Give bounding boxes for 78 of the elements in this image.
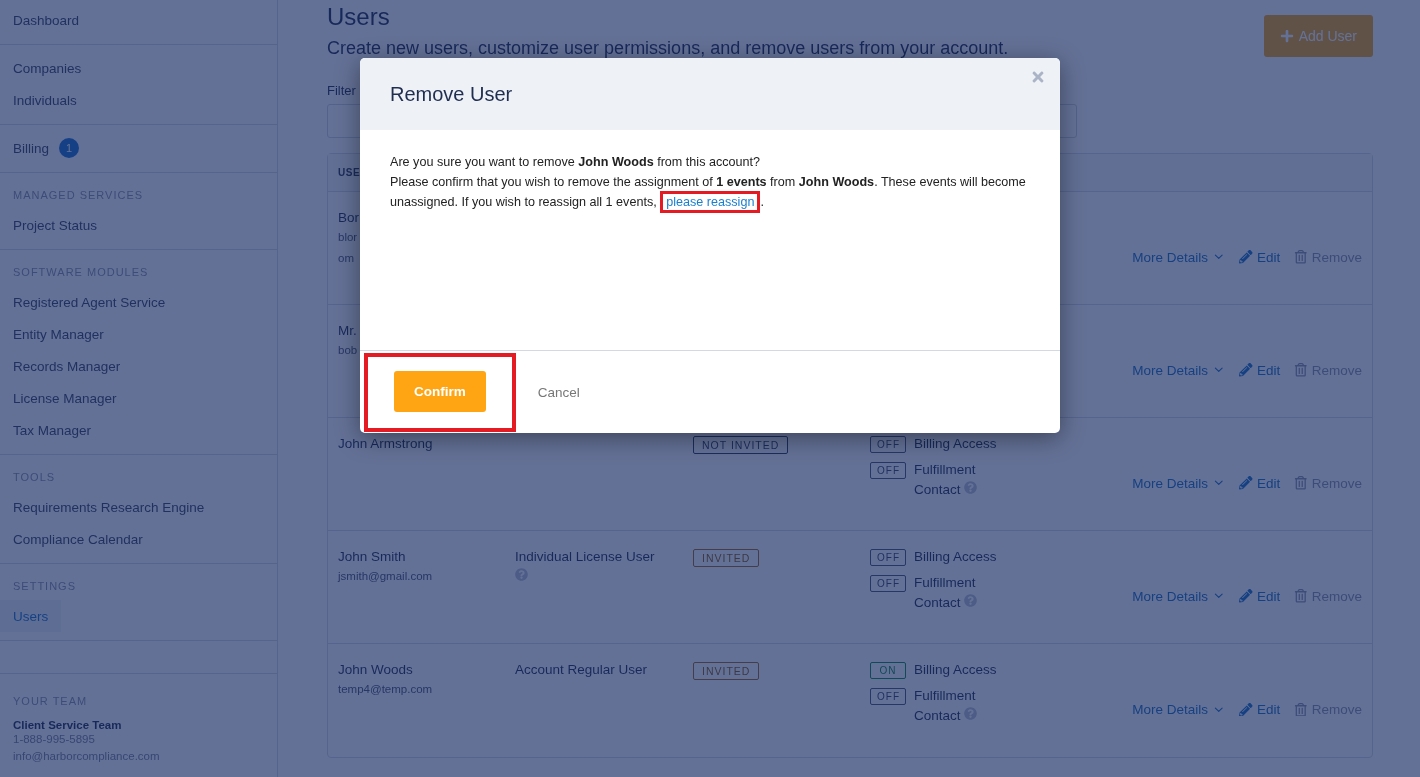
help-icon[interactable] — [964, 481, 978, 494]
permission-label: Fulfillment Contact — [914, 461, 979, 499]
trash-icon — [1294, 363, 1308, 377]
permission-label: Fulfillment Contact — [914, 574, 979, 612]
more-details-link[interactable]: More Details — [1132, 436, 1226, 530]
nav-item[interactable]: Registered Agent Service — [0, 286, 179, 318]
edit-link[interactable]: Edit — [1239, 549, 1281, 643]
pencil-icon — [1239, 250, 1253, 264]
dialog-message: Please confirm that you wish to remove the assignment of 1 events from John Woods. These events will become unassigned. If you wish to reassign all 1 events, please reassign . — [390, 172, 1030, 212]
trash-icon — [1294, 589, 1308, 603]
nav-item[interactable]: Entity Manager — [0, 318, 117, 350]
trash-icon — [1294, 250, 1308, 264]
user-name: Mr. — [338, 323, 357, 338]
pencil-icon — [1239, 702, 1253, 717]
user-name: John Woods — [338, 662, 413, 677]
nav-item[interactable]: Individuals — [0, 84, 90, 116]
more-details-link[interactable]: More Details — [1132, 662, 1226, 757]
help-icon[interactable] — [964, 707, 978, 720]
nav-item[interactable]: Project Status — [0, 209, 111, 241]
toggle-switch[interactable]: OFF — [870, 688, 906, 705]
edit-link[interactable]: Edit — [1239, 662, 1281, 757]
more-details-link[interactable]: More Details — [1132, 323, 1226, 417]
add-user-button[interactable]: Add User — [1263, 15, 1373, 57]
toggle-switch[interactable]: OFF — [870, 436, 906, 453]
permission-label: Fulfillment Contact — [914, 687, 979, 725]
permission-label: Billing Access — [914, 661, 998, 679]
page-subtitle: Create new users, customize user permissions, and remove users from your account. — [327, 38, 1009, 59]
nav-item[interactable]: License Manager — [0, 382, 130, 414]
nav-item[interactable]: Compliance Calendar — [0, 523, 156, 555]
cancel-button[interactable]: Cancel — [537, 384, 580, 400]
user-email: temp4@temp.com — [338, 682, 433, 697]
column-header: USE — [338, 167, 361, 178]
team-name: Client Service Team — [13, 719, 123, 731]
permission-label: Billing Access — [914, 435, 998, 453]
status-badge: NOT INVITED — [693, 436, 789, 454]
user-email: blor — [338, 230, 358, 245]
status-badge: INVITED — [693, 662, 760, 680]
user-role: Account Regular User — [515, 662, 648, 677]
nav-item[interactable]: Requirements Research Engine — [0, 491, 218, 523]
toggle-switch[interactable]: OFF — [870, 549, 906, 566]
reassign-link[interactable]: please reassign — [666, 195, 755, 209]
toggle-switch[interactable]: OFF — [870, 462, 906, 479]
permission-label: Billing Access — [914, 548, 998, 566]
nav-item[interactable]: Companies — [0, 52, 95, 84]
help-icon[interactable] — [964, 594, 978, 607]
user-name: John Armstrong — [338, 436, 433, 451]
confirm-button[interactable]: Confirm — [394, 370, 486, 412]
pencil-icon — [1239, 476, 1253, 490]
toggle-switch[interactable]: OFF — [870, 575, 906, 592]
user-email: jsmith@gmail.com — [338, 569, 433, 584]
plus-icon — [1279, 29, 1294, 43]
page-title: Users — [327, 3, 391, 31]
nav-item[interactable]: Dashboard — [0, 4, 93, 36]
user-name: John Smith — [338, 549, 406, 564]
more-details-link[interactable]: More Details — [1132, 210, 1226, 304]
close-icon[interactable] — [1030, 69, 1046, 85]
trash-icon — [1294, 476, 1308, 490]
user-role: Individual License User — [515, 549, 655, 564]
user-email: bob — [338, 343, 358, 358]
pencil-icon — [1239, 363, 1253, 377]
user-name: Bor — [338, 210, 359, 225]
dialog-message: Are you sure you want to remove John Woods from this account? — [390, 154, 762, 171]
edit-link[interactable]: Edit — [1239, 323, 1281, 417]
edit-link[interactable]: Edit — [1239, 210, 1281, 304]
nav-item[interactable]: Tax Manager — [0, 414, 105, 446]
filter-label: Filter — [327, 83, 356, 98]
nav-item[interactable]: Users — [0, 600, 62, 632]
edit-link[interactable]: Edit — [1239, 436, 1281, 530]
nav-item[interactable]: Billing — [13, 140, 50, 156]
dialog-title: Remove User — [390, 82, 513, 106]
status-badge: INVITED — [693, 549, 760, 567]
more-details-link[interactable]: More Details — [1132, 549, 1226, 643]
toggle-switch[interactable]: ON — [870, 662, 906, 679]
help-icon[interactable] — [515, 568, 528, 581]
pencil-icon — [1239, 589, 1253, 603]
count-badge: 1 — [59, 138, 80, 158]
nav-item[interactable]: Records Manager — [0, 350, 134, 382]
trash-icon — [1294, 702, 1308, 717]
